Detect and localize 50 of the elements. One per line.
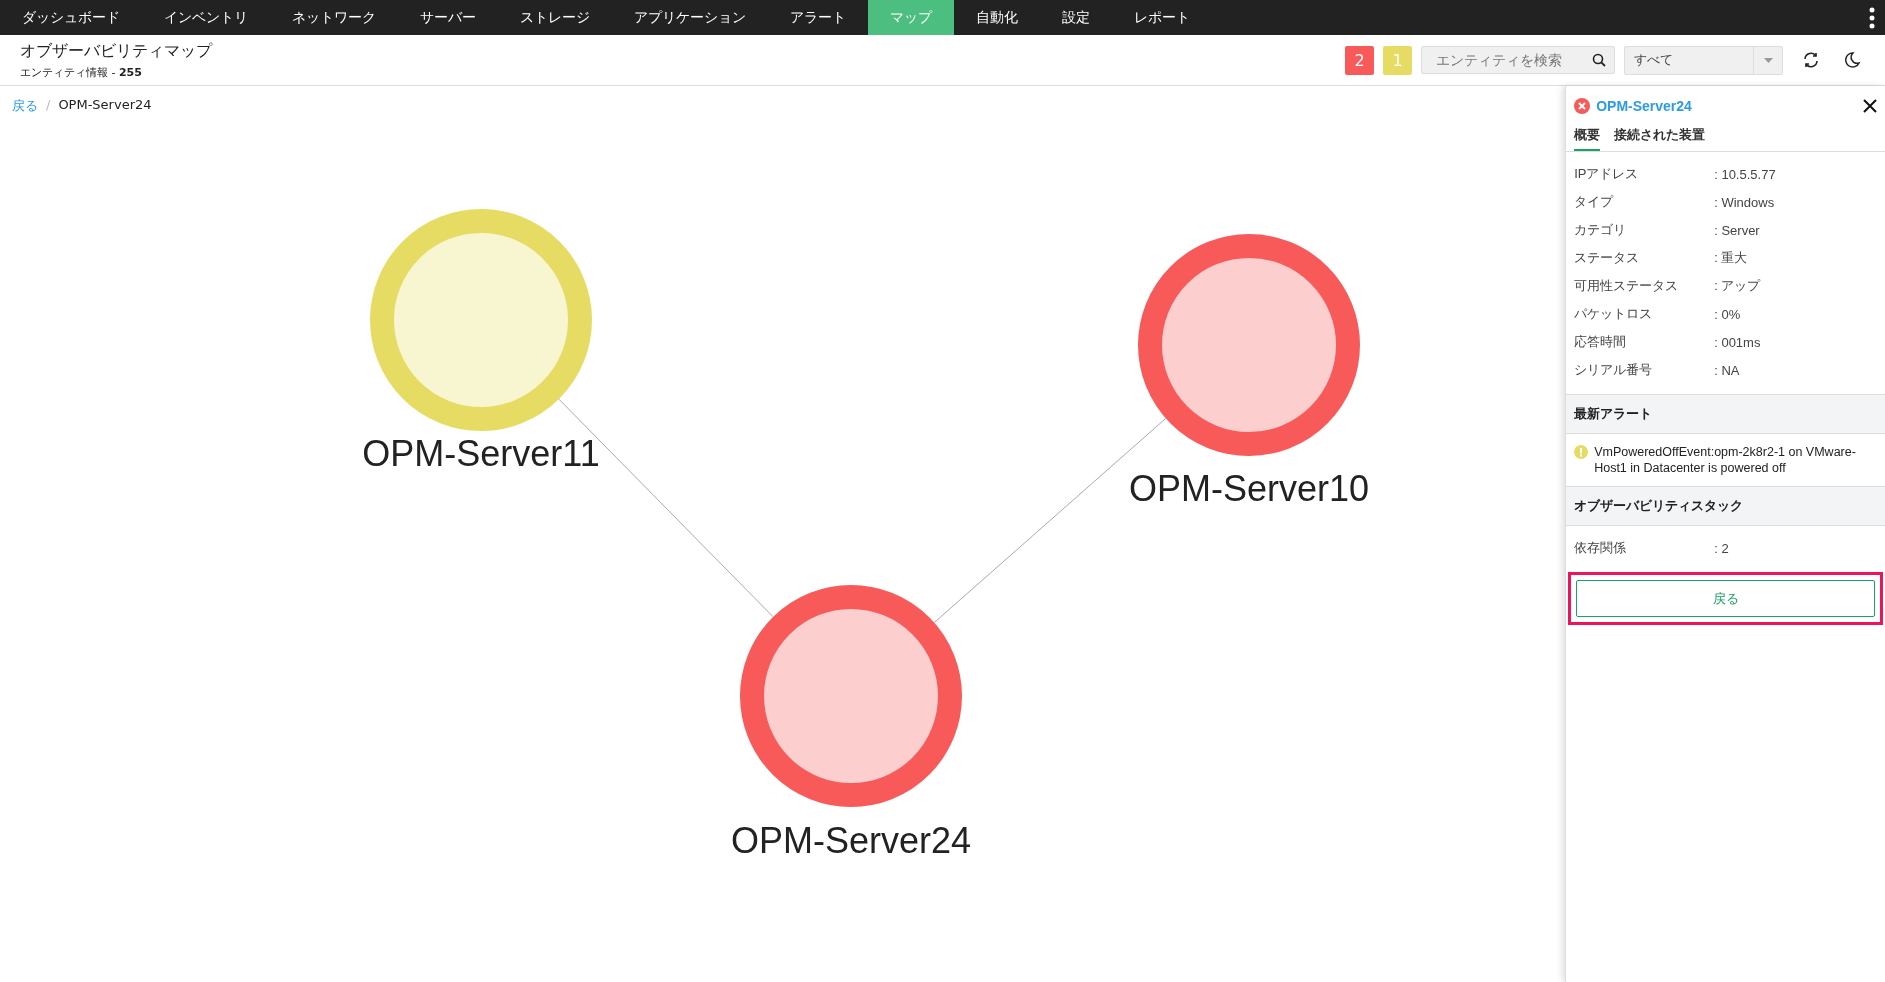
nav-tab[interactable]: 設定 <box>1040 0 1112 35</box>
search-field[interactable]: エンティティを検索 <box>1421 46 1615 74</box>
property-value: : アップ <box>1714 277 1761 295</box>
alert-message: VmPoweredOffEvent:opm-2k8r2-1 on VMware-Host1 in Datacenter is powered off <box>1594 444 1857 476</box>
nav-tab[interactable]: アラート <box>768 0 868 35</box>
more-menu-icon[interactable] <box>1869 6 1875 29</box>
nav-tab[interactable]: ダッシュボード <box>0 0 142 35</box>
nav-tab[interactable]: アプリケーション <box>612 0 768 35</box>
property-label: ステータス <box>1574 249 1641 267</box>
property-label: IPアドレス <box>1574 165 1640 183</box>
property-value: : 重大 <box>1714 249 1748 267</box>
property-value: : Server <box>1714 222 1760 238</box>
close-button[interactable] <box>1863 99 1877 113</box>
refresh-icon <box>1802 51 1820 69</box>
caret-icon <box>1763 57 1773 63</box>
nav-tab[interactable]: ネットワーク <box>270 0 398 35</box>
panel-tab[interactable]: 概要 <box>1574 120 1601 151</box>
panel-tab[interactable]: 接続された装置 <box>1614 120 1706 151</box>
property-value: : 2 <box>1714 540 1729 556</box>
filter-dropdown[interactable]: すべて <box>1624 45 1783 75</box>
property-label: 可用性ステータス <box>1574 277 1680 295</box>
property-value: : 001ms <box>1714 334 1761 350</box>
nav-tab[interactable]: 自動化 <box>954 0 1040 35</box>
section-heading: オブザーバビリティスタック <box>1566 486 1885 526</box>
property-label: カテゴリ <box>1574 221 1628 239</box>
nav-tab[interactable]: ストレージ <box>498 0 612 35</box>
page-title: オブザーバビリティマップ <box>20 40 214 62</box>
breadcrumb-current: OPM-Server24 <box>58 97 152 114</box>
entity-count: エンティティ情報 - 255 <box>20 64 143 80</box>
property-value: : NA <box>1714 362 1740 378</box>
property-label: 依存関係 <box>1574 539 1628 557</box>
node-label: OPM-Server10 <box>1128 468 1370 510</box>
node-label: OPM-Server11 <box>362 433 600 475</box>
server-node[interactable] <box>740 585 962 807</box>
property-value: : 0% <box>1714 306 1741 322</box>
nav-tab[interactable]: インベントリ <box>142 0 270 35</box>
section-heading: 最新アラート <box>1566 394 1885 434</box>
moon-icon <box>1843 51 1861 69</box>
property-value: : Windows <box>1714 194 1775 210</box>
property-label: 応答時間 <box>1574 333 1628 351</box>
property-label: シリアル番号 <box>1574 361 1654 379</box>
breadcrumb-separator: / <box>46 97 51 114</box>
nav-tab[interactable]: レポート <box>1112 0 1212 35</box>
search-icon[interactable] <box>1592 53 1606 67</box>
property-label: パケットロス <box>1574 305 1654 323</box>
nav-tab[interactable]: サーバー <box>398 0 498 35</box>
property-label: タイプ <box>1574 193 1615 211</box>
property-value: : 10.5.5.77 <box>1714 166 1776 182</box>
node-label: OPM-Server24 <box>730 820 972 862</box>
server-node[interactable] <box>1138 234 1360 456</box>
